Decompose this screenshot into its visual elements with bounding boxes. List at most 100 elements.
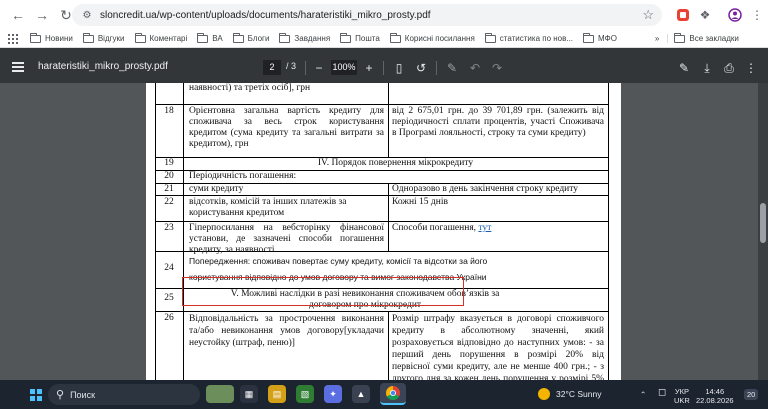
store-icon[interactable]: ▧	[296, 385, 314, 403]
task-view-icon[interactable]: ▦	[240, 385, 258, 403]
sun-icon	[538, 388, 550, 400]
table-cell: суми кредиту	[189, 184, 244, 194]
download-icon[interactable]: ⤓	[699, 60, 715, 76]
table-cell: Відповідальність за прострочення виконан…	[189, 314, 384, 348]
table-cell: Кожні 15 днів	[392, 197, 448, 207]
site-info-icon[interactable]: ⚙	[80, 8, 94, 22]
clock[interactable]: 14:46 22.08.2026	[696, 387, 734, 405]
draw-icon[interactable]: ✎	[444, 60, 460, 76]
more-menu-icon[interactable]: ⋮	[748, 6, 766, 24]
bookmark-item[interactable]: Відгуки	[82, 32, 125, 43]
row-number: 18	[164, 106, 174, 116]
folder-icon	[389, 32, 401, 43]
language-indicator[interactable]: УКР UKR	[674, 387, 690, 405]
tray-chevron-icon[interactable]: ⌃	[640, 390, 646, 399]
bookmark-star-icon[interactable]: ☆	[642, 7, 654, 23]
toolbar-divider	[383, 61, 384, 75]
table-cell: наявності) та третіх осіб], грн	[189, 83, 311, 93]
row-number: 24	[164, 263, 174, 273]
table-cell: Розмір штрафу вказується в договорі спож…	[392, 314, 604, 380]
weather-text: 32°C Sunny	[556, 389, 602, 399]
page-total: / 3	[286, 61, 297, 71]
fit-page-icon[interactable]: ▯	[391, 60, 407, 76]
browser-toolbar: ← → ↻ ⚙ sloncredit.ua/wp-content/uploads…	[0, 0, 768, 30]
bookmark-item[interactable]: Корисні посилання	[389, 32, 475, 43]
table-cell: Періодичність погашення:	[189, 171, 297, 181]
taskbar-search[interactable]: ⚲ Поиск	[48, 384, 200, 405]
folder-icon	[340, 32, 352, 43]
bookmark-item[interactable]: Завдання	[279, 32, 330, 43]
menu-icon[interactable]	[12, 62, 24, 72]
pdf-filename: harateristiki_mikro_prosty.pdf	[38, 61, 168, 72]
undo-icon[interactable]: ↶	[467, 60, 483, 76]
info-table: наявності) та третіх осіб], грн 18 Орієн…	[155, 83, 609, 380]
bookmarks-overflow-button[interactable]: »	[655, 34, 659, 43]
pdf-toolbar: harateristiki_mikro_prosty.pdf 2 / 3 − 1…	[0, 52, 768, 83]
bookmark-item[interactable]: ВА	[197, 32, 223, 43]
folder-icon	[484, 32, 496, 43]
pdf-viewport[interactable]: наявності) та третіх осіб], грн 18 Орієн…	[0, 83, 768, 380]
folder-icon	[279, 32, 291, 43]
search-label: Поиск	[70, 389, 96, 400]
annotate-icon[interactable]: ✎	[676, 60, 692, 76]
weather-widget[interactable]: 32°C Sunny	[538, 388, 601, 400]
app-icon[interactable]: ▲	[352, 385, 370, 403]
windows-start-icon[interactable]	[30, 389, 42, 401]
folder-icon	[197, 32, 209, 43]
pdf-more-icon[interactable]: ⋮	[743, 60, 759, 76]
rotate-icon[interactable]: ↺	[413, 60, 429, 76]
bookmark-item[interactable]: Коментарі	[134, 32, 187, 43]
folder-icon	[82, 32, 94, 43]
extensions-puzzle-icon[interactable]: ❖	[696, 6, 714, 24]
copilot-icon[interactable]: ✦	[324, 385, 342, 403]
chrome-icon[interactable]	[380, 383, 406, 405]
forward-icon[interactable]: →	[32, 5, 52, 25]
folder-icon	[134, 32, 146, 43]
network-icon[interactable]: ◻	[658, 388, 666, 398]
search-icon: ⚲	[56, 389, 65, 401]
extension-icon[interactable]	[674, 6, 692, 24]
folder-icon	[232, 32, 244, 43]
bookmark-item[interactable]: Блоги	[232, 32, 269, 43]
apps-grid-icon[interactable]	[8, 33, 18, 44]
row-number: 22	[164, 197, 174, 207]
back-icon[interactable]: ←	[8, 5, 28, 25]
zoom-in-button[interactable]: +	[361, 60, 377, 76]
notification-badge[interactable]: 20	[744, 389, 759, 400]
bookmark-item[interactable]: Пошта	[340, 32, 380, 43]
scrollbar-thumb[interactable]	[760, 203, 766, 243]
table-cell: Одноразово в день закінчення строку кред…	[392, 184, 579, 194]
print-icon[interactable]: ⎙	[721, 60, 737, 76]
redo-icon[interactable]: ↷	[489, 60, 505, 76]
zoom-input[interactable]: 100%	[331, 60, 357, 75]
bookmark-item[interactable]: МФО	[583, 32, 617, 43]
row-number: 23	[164, 223, 174, 233]
address-bar[interactable]: ⚙ sloncredit.ua/wp-content/uploads/docum…	[72, 4, 662, 26]
row-number: 26	[164, 313, 174, 323]
toolbar-divider	[436, 61, 437, 75]
all-bookmarks[interactable]: Все закладки	[667, 32, 739, 43]
bookmark-item[interactable]: статистика по нов...	[484, 32, 573, 43]
row-number: 25	[164, 293, 174, 303]
windows-taskbar: ⚲ Поиск ▦ ▤ ▧ ✦ ▲ 32°C Sunny ⌃ ◻ УКР UKR…	[0, 380, 768, 409]
bookmark-item[interactable]: Новини	[30, 32, 73, 43]
url-text[interactable]: sloncredit.ua/wp-content/uploads/documen…	[100, 10, 431, 21]
table-cell: Орієнтовна загальна вартість кредиту для…	[189, 106, 384, 149]
table-cell: Способи погашення, тут	[392, 223, 604, 234]
row-number: 21	[164, 184, 174, 194]
widget-landscape-icon[interactable]	[206, 385, 234, 403]
folder-icon	[30, 32, 41, 43]
table-cell: відсотків, комісій та інших платежів за …	[189, 197, 347, 218]
profile-avatar-icon[interactable]	[726, 6, 744, 24]
bookmarks-bar: Новини Відгуки Коментарі ВА Блоги Завдан…	[0, 30, 768, 48]
zoom-out-button[interactable]: −	[311, 60, 327, 76]
payment-methods-link[interactable]: тут	[478, 223, 491, 233]
table-cell: Гіперпосилання на вебсторінку фінансової…	[189, 223, 384, 255]
folder-icon	[583, 32, 595, 43]
section-heading: IV. Порядок повернення мікрокредиту	[317, 158, 474, 168]
row-number: 20	[164, 171, 174, 181]
page-number-input[interactable]: 2	[263, 60, 281, 75]
highlight-box	[182, 277, 464, 306]
payment-methods-text: Способи погашення,	[392, 223, 477, 233]
file-explorer-icon[interactable]: ▤	[268, 385, 286, 403]
